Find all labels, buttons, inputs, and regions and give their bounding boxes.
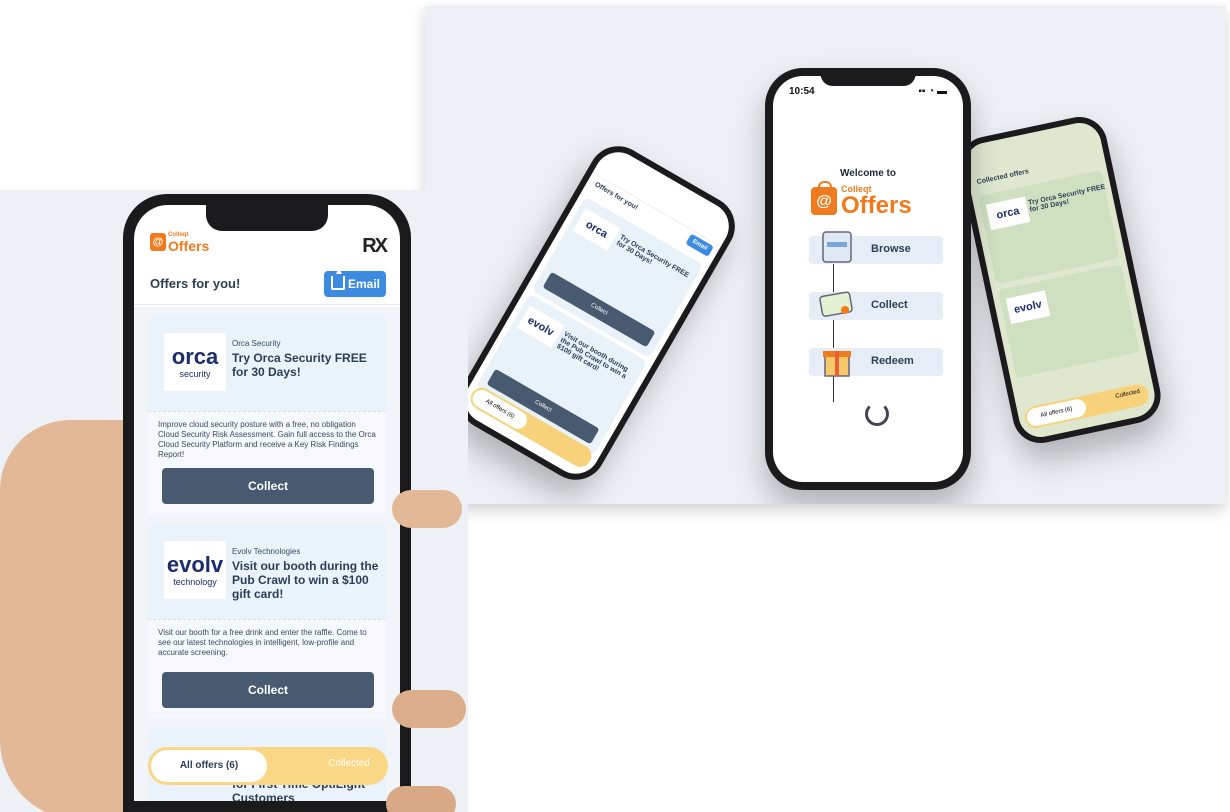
vendor-logo: evolv technology [164, 541, 226, 599]
collected-card: evolv [997, 263, 1140, 379]
steps-connector [833, 262, 834, 402]
phone-mockup-collected: Collected offers orca Try Orca Security … [954, 111, 1166, 449]
offer-card-body: Visit our booth for a free drink and ent… [148, 619, 386, 719]
phone-screen: 10:54 ▪▪ ◔ ▬ Welcome to @ Colleqt Offers… [773, 76, 963, 482]
partner-logo: RX [362, 235, 388, 257]
welcome-text: Welcome to [840, 168, 896, 179]
status-time: 10:54 [789, 86, 815, 97]
offer-title: Try Orca Security FREE for 30 Days! [1027, 183, 1106, 214]
shopping-bag-icon: @ [811, 181, 837, 215]
tab-collected[interactable]: Collected [1115, 389, 1141, 400]
step-label: Redeem [871, 355, 914, 367]
brand-logo: @ Colleqt Offers [811, 181, 912, 218]
brand-big: Offers [841, 192, 912, 219]
finger-image [386, 786, 456, 812]
browse-icon [822, 231, 852, 263]
offers-list[interactable]: orca security Orca Security Try Orca Sec… [134, 307, 400, 801]
finger-image [392, 490, 462, 528]
collected-card: orca Try Orca Security FREE for 30 Days! [977, 170, 1120, 285]
status-bar: 10:54 ▪▪ ◔ ▬ [789, 86, 947, 97]
loading-spinner-icon [865, 402, 889, 426]
promo-panel: Offers for you! Email orca Try Orca Secu… [425, 6, 1225, 504]
logo-sub: technology [173, 577, 217, 587]
collect-button[interactable]: Collect [162, 468, 374, 504]
offer-title: Try Orca Security FREE for 30 Days! [232, 351, 367, 379]
subheader: Offers for you! Email [134, 263, 400, 305]
tab-all-offers[interactable]: All offers (6) [151, 750, 267, 782]
evolv-logo: evolv [516, 305, 565, 348]
gift-icon [823, 351, 851, 377]
offer-card-top: orca security Orca Security Try Orca Sec… [148, 315, 386, 411]
step-label: Browse [871, 243, 911, 255]
phone-mockup-offers: Offers for you! Email orca Try Orca Secu… [448, 135, 746, 491]
offer-card-top: evolv technology Evolv Technologies Visi… [148, 523, 386, 619]
orca-logo: orca [572, 208, 621, 251]
ticket-icon [819, 291, 853, 317]
phone-notch [820, 68, 916, 86]
signal-icon: ▪▪ ◔ ▬ [918, 86, 947, 97]
offer-description: Visit our booth for a free drink and ent… [158, 628, 367, 657]
phone-notch [206, 205, 328, 231]
vendor-name: Evolv Technologies [232, 547, 301, 556]
logo-sub: security [179, 369, 211, 379]
share-icon [331, 268, 345, 290]
evolv-logo: evolv [1005, 290, 1051, 325]
phone-screen: Collected offers orca Try Orca Security … [961, 118, 1159, 442]
vendor-logo: orca security [164, 333, 226, 391]
shopping-bag-icon: @ [150, 233, 166, 251]
tab-collected[interactable]: Collected [328, 758, 370, 769]
tab-all-offers[interactable]: All offers (6) [1025, 397, 1088, 428]
offers-tab-bar: All offers (6) Collected [148, 747, 388, 785]
offer-card: evolv technology Evolv Technologies Visi… [148, 523, 386, 719]
page-title: Offers for you! [150, 276, 241, 291]
phone-screen: Offers for you! Email orca Try Orca Secu… [456, 143, 738, 483]
phone-mockup-main: @ Colleqt Offers RX Offers for you! Emai… [123, 194, 411, 812]
offer-card-body: Improve cloud security posture with a fr… [148, 411, 386, 515]
step-label: Collect [871, 299, 908, 311]
phone-mockup-welcome: 10:54 ▪▪ ◔ ▬ Welcome to @ Colleqt Offers… [765, 68, 971, 490]
step-redeem: Redeem [809, 348, 943, 377]
orca-logo: orca [985, 196, 1031, 231]
brand-wordmark: Colleqt Offers [841, 184, 912, 218]
vendor-name: Orca Security [232, 339, 281, 348]
collect-button[interactable]: Collect [162, 672, 374, 708]
offer-title: Visit our booth during the Pub Crawl to … [232, 559, 379, 601]
finger-image [392, 690, 466, 728]
offer-card: orca security Orca Security Try Orca Sec… [148, 315, 386, 515]
logo-main: evolv [166, 552, 224, 577]
offer-description: Improve cloud security posture with a fr… [158, 420, 376, 459]
logo-main: orca [171, 344, 219, 369]
app-screen: @ Colleqt Offers RX Offers for you! Emai… [134, 205, 400, 801]
brand-big: Offers [168, 238, 210, 254]
step-browse: Browse [809, 231, 943, 264]
collected-tab-bar: All offers (6) Collected [1022, 382, 1151, 431]
email-button[interactable]: Email [324, 268, 386, 297]
step-collect: Collect [809, 291, 943, 320]
hand-phone-photo: @ Colleqt Offers RX Offers for you! Emai… [0, 190, 468, 812]
email-label: Email [348, 277, 381, 291]
